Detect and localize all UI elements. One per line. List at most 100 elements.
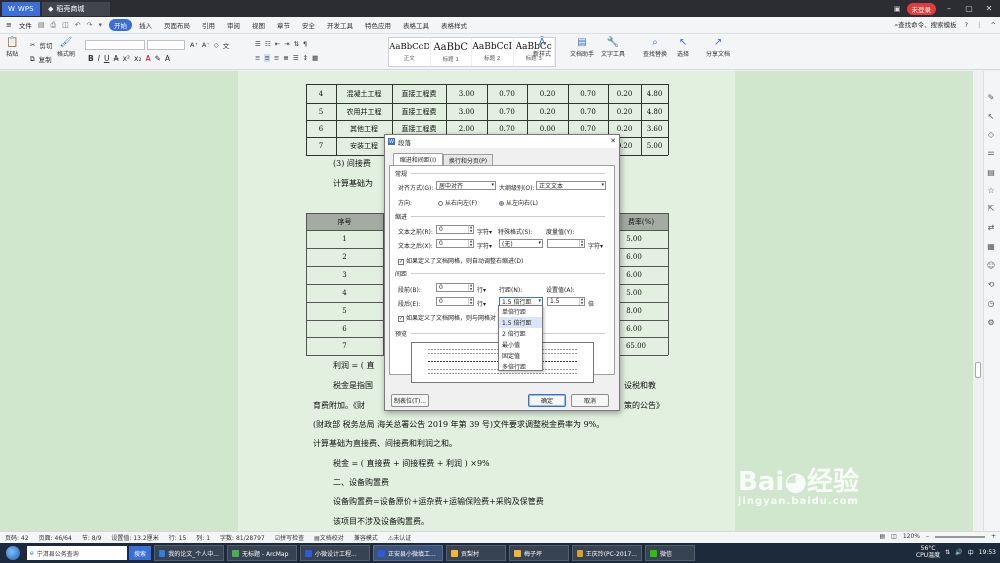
spinner-icon[interactable]: ▲ ▼ [468, 225, 473, 233]
task-gongli[interactable]: 贡梨村 [446, 545, 506, 561]
menu-page-layout[interactable]: 页面布局 [159, 19, 195, 31]
zoom-in-icon[interactable]: + [991, 533, 996, 540]
spinner-icon[interactable]: ▲ ▼ [468, 297, 473, 305]
backup-icon[interactable]: ⟲ [986, 280, 996, 289]
paste-button[interactable]: 📋 粘贴 [6, 37, 18, 58]
tab-wps[interactable]: W WPS [2, 1, 40, 16]
before-text-unit[interactable]: 字符▾ [477, 227, 492, 236]
text-tools-button[interactable]: 🔧 文字工具 [601, 37, 625, 58]
rtl-radio[interactable]: 从右向左(F) [438, 198, 477, 207]
document-icon[interactable]: ▤ [986, 168, 996, 177]
ltr-radio[interactable]: 从左向右(L) [499, 198, 538, 207]
undo-icon[interactable]: ↶ [75, 21, 81, 30]
align-select[interactable]: 居中对齐 ▾ [436, 181, 496, 190]
menu-view[interactable]: 视图 [247, 19, 270, 31]
zoom-out-icon[interactable]: – [926, 533, 929, 540]
option-double[interactable]: 2 倍行距 [499, 328, 542, 339]
show-marks-icon[interactable]: ¶ [303, 40, 307, 48]
ime-icon[interactable]: 中 [968, 548, 974, 557]
zoom-slider[interactable] [934, 535, 985, 538]
menu-file[interactable]: 文件 [15, 19, 36, 31]
status-pages[interactable]: 页面: 46/64 [34, 533, 77, 542]
task-meiziping[interactable]: 梅子坪 [509, 545, 569, 561]
after-text-unit[interactable]: 字符▾ [477, 241, 492, 250]
number-list-icon[interactable]: ☷ [265, 40, 271, 48]
increase-indent-icon[interactable]: ⇥ [284, 40, 289, 48]
menu-hamburger-icon[interactable]: ≡ [6, 21, 12, 29]
task-paper[interactable]: 我的论文_个人中... [154, 545, 224, 561]
after-text-input[interactable]: 0 ▲ ▼ [436, 239, 474, 248]
save-icon[interactable]: ▤ [38, 21, 45, 30]
borders-icon[interactable]: ▦ [312, 54, 318, 62]
quick-access-more-icon[interactable]: ▾ [98, 21, 102, 30]
option-fixed[interactable]: 固定值 [499, 350, 542, 361]
scroll-thumb[interactable] [975, 362, 981, 378]
shrink-font-icon[interactable]: A⁻ [202, 41, 210, 49]
tab-line-page-breaks[interactable]: 换行和分页(P) [443, 154, 493, 165]
zoom-level[interactable]: 120% [903, 533, 920, 540]
history-icon[interactable]: ◷ [986, 299, 996, 308]
task-arcmap[interactable]: 无标题 - ArcMap [227, 545, 297, 561]
setting-value-input[interactable]: 1.5 ▲ ▼ [547, 297, 585, 306]
task-design[interactable]: 小微设计工程... [300, 545, 370, 561]
sliders-icon[interactable]: ⚌ [986, 148, 996, 157]
subscript-icon[interactable]: x₂ [134, 54, 141, 63]
cursor-icon[interactable]: ↖ [986, 112, 996, 121]
more-icon[interactable]: ⋮ [976, 21, 983, 29]
status-words[interactable]: 字数: 81/28797 [215, 533, 270, 542]
doc-helper-button[interactable]: ▤ 文档助手 [570, 37, 594, 58]
menu-references[interactable]: 引用 [197, 19, 220, 31]
spinner-icon[interactable]: ▲ ▼ [468, 239, 473, 247]
bold-icon[interactable]: B [88, 54, 94, 63]
shape-icon[interactable]: ◇ [986, 130, 996, 139]
after-unit[interactable]: 行▾ [477, 299, 486, 308]
login-button[interactable]: 未登录 [906, 2, 936, 15]
option-single[interactable]: 单倍行距 [499, 306, 542, 317]
clock[interactable]: 19:53 [979, 549, 996, 556]
menu-features[interactable]: 特色应用 [360, 19, 396, 31]
ok-button[interactable]: 确定 [528, 394, 566, 407]
menu-chapter[interactable]: 章节 [272, 19, 295, 31]
style-heading-1[interactable]: AaBbC 标题 1 [431, 38, 472, 66]
taskbar-search-button[interactable]: 搜索 [129, 546, 151, 560]
menu-security[interactable]: 安全 [297, 19, 320, 31]
distributed-icon[interactable]: ☰ [293, 54, 299, 62]
close-icon[interactable]: ✕ [610, 137, 616, 145]
before-unit[interactable]: 行▾ [477, 285, 486, 294]
strikethrough-icon[interactable]: A̶ [113, 54, 118, 63]
align-center-icon[interactable]: ≡ [264, 54, 270, 62]
task-zhengan[interactable]: 正安县小微填工... [373, 545, 443, 561]
grow-font-icon[interactable]: A⁺ [190, 41, 198, 49]
volume-icon[interactable]: 🔊 [955, 549, 962, 556]
grid-icon[interactable]: ▦ [986, 242, 996, 251]
translate-icon[interactable]: ⇄ [986, 223, 996, 232]
auto-indent-checkbox[interactable]: ✓ 如果定义了文档网格，则自动调整右缩进(D) [398, 256, 523, 265]
help-icon[interactable]: ? [965, 21, 968, 29]
taskbar-search[interactable]: e 宁洱县公务查询 [27, 546, 127, 560]
find-replace-button[interactable]: ⌕ 查找替换 [643, 37, 667, 58]
menu-home[interactable]: 开始 [109, 19, 132, 31]
web-view-icon[interactable]: ◫ [891, 533, 897, 540]
char-shading-icon[interactable]: A [165, 54, 170, 63]
align-right-icon[interactable]: ≡ [274, 54, 279, 62]
outline-select[interactable]: 正文文本 ▾ [536, 181, 606, 190]
select-button[interactable]: ↖ 选择 [677, 37, 689, 58]
style-heading-2[interactable]: AaBbCcI 标题 2 [472, 38, 514, 66]
underline-icon[interactable]: U [104, 54, 110, 63]
measure-input[interactable]: ▲ ▼ [547, 239, 585, 248]
spell-check[interactable]: ☑拼写检查 [270, 533, 309, 542]
doc-proof[interactable]: ▤文档校对 [309, 533, 349, 542]
measure-unit[interactable]: 字符▾ [588, 241, 603, 250]
user-icon[interactable]: ☺ [986, 261, 996, 270]
collapse-ribbon-icon[interactable]: ^ [991, 21, 996, 29]
share-doc-button[interactable]: ↗ 分享文档 [706, 37, 730, 58]
highlight-icon[interactable]: ✎ [155, 54, 161, 63]
cut-button[interactable]: ✂ 剪切 [30, 40, 52, 50]
view-mode-icon[interactable]: ▤ [879, 533, 885, 540]
style-normal[interactable]: AaBbCcDd正文 [389, 38, 431, 66]
skin-icon[interactable]: ▣ [894, 5, 901, 13]
spinner-icon[interactable]: ▲ ▼ [579, 239, 584, 247]
font-size-select[interactable] [147, 40, 185, 50]
special-format-select[interactable]: (无) ▾ [499, 239, 543, 248]
preview-icon[interactable]: ◫ [62, 21, 69, 30]
